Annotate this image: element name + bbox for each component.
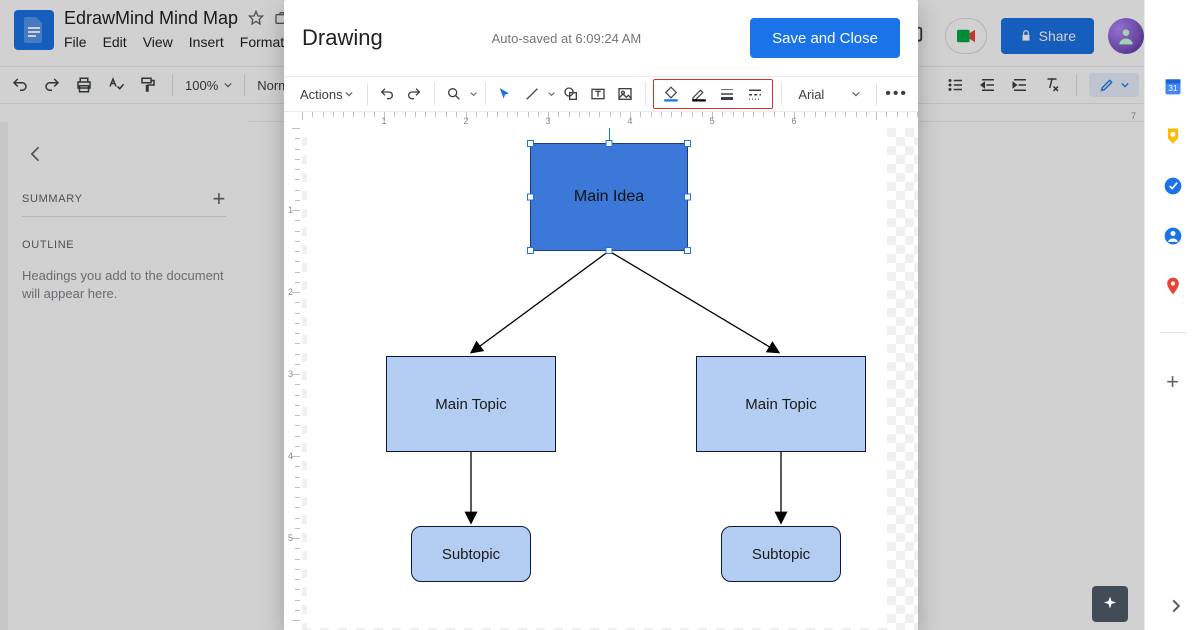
more-icon[interactable]: ••• [885,85,908,103]
contacts-icon[interactable] [1163,226,1183,246]
fill-color-icon[interactable] [658,81,684,107]
save-and-close-button[interactable]: Save and Close [750,18,900,58]
undo-icon[interactable] [376,81,399,107]
horizontal-ruler: 123456 [284,112,918,128]
calendar-icon[interactable]: 31 [1163,76,1183,96]
shape-tool-icon[interactable] [559,81,582,107]
chevron-down-icon[interactable] [548,90,555,98]
font-dropdown[interactable]: Arial [790,87,868,102]
shape-main-topic-left[interactable]: Main Topic [386,356,556,452]
collapse-sidepanel-icon[interactable] [1156,586,1196,626]
drawing-dialog: Drawing Auto-saved at 6:09:24 AM Save an… [284,0,918,630]
border-color-icon[interactable] [686,81,712,107]
chevron-down-icon[interactable] [470,90,477,98]
dialog-title: Drawing [302,25,383,51]
vertical-ruler: 12345 [284,128,302,630]
explore-button[interactable] [1092,586,1128,622]
line-tool-icon[interactable] [521,81,544,107]
side-panel: 31 + [1144,0,1200,630]
textbox-tool-icon[interactable] [586,81,609,107]
shape-style-group [653,79,773,109]
shape-label: Main Topic [745,396,816,413]
select-tool-icon[interactable] [494,81,517,107]
border-weight-icon[interactable] [714,81,740,107]
shape-label: Subtopic [442,546,500,563]
shape-label: Subtopic [752,546,810,563]
actions-dropdown[interactable]: Actions [294,83,359,106]
dialog-header: Drawing Auto-saved at 6:09:24 AM Save an… [284,0,918,76]
border-dash-icon[interactable] [742,81,768,107]
autosave-status: Auto-saved at 6:09:24 AM [383,31,750,46]
shape-subtopic-left[interactable]: Subtopic [411,526,531,582]
maps-icon[interactable] [1163,276,1183,296]
shape-label: Main Topic [435,396,506,413]
shape-subtopic-right[interactable]: Subtopic [721,526,841,582]
zoom-icon[interactable] [443,81,466,107]
shape-label: Main Idea [574,188,644,206]
drawing-canvas[interactable]: Main Idea Main Topic Main Topic Subtopic… [302,128,918,630]
keep-icon[interactable] [1163,126,1183,146]
tasks-icon[interactable] [1163,176,1183,196]
svg-text:31: 31 [1168,83,1178,93]
drawing-toolbar: Actions Arial ••• [284,76,918,112]
shape-main-idea[interactable]: Main Idea [530,143,688,251]
redo-icon[interactable] [403,81,426,107]
addons-plus-icon[interactable]: + [1166,369,1179,395]
image-tool-icon[interactable] [613,81,636,107]
shape-main-topic-right[interactable]: Main Topic [696,356,866,452]
